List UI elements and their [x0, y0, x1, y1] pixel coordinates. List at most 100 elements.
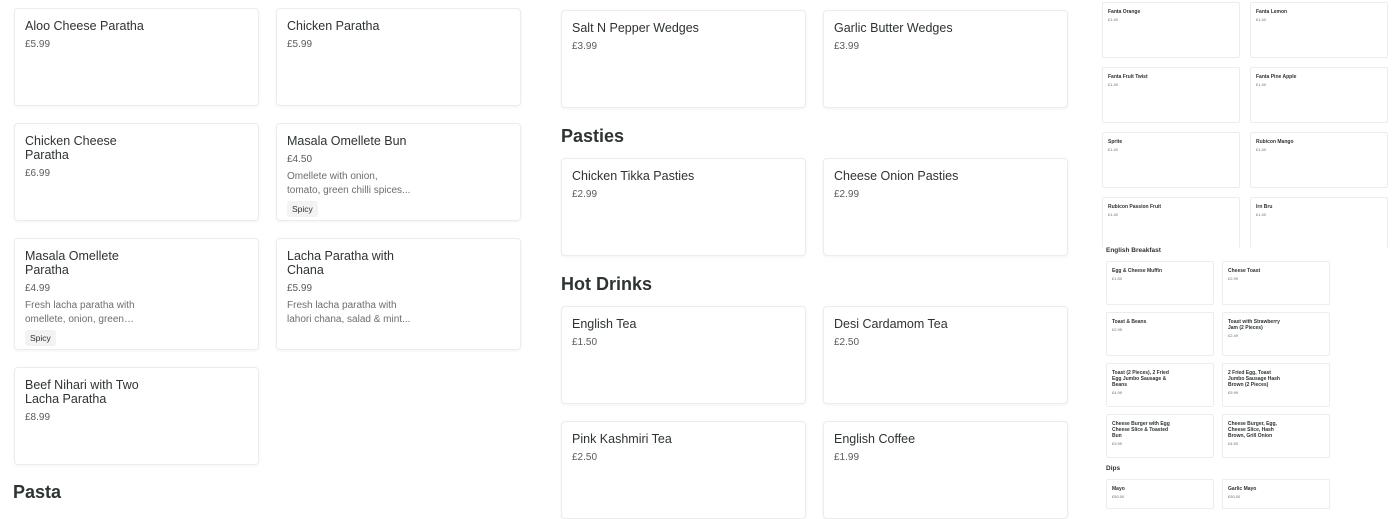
item-name: English Coffee	[834, 432, 916, 446]
menu-item-card[interactable]: Desi Cardamom Tea £2.50	[823, 306, 1068, 404]
menu-item-card[interactable]: Rubicon Mango £1.40	[1250, 132, 1388, 188]
item-name: Cheese Burger, Egg, Cheese Slice, Hash B…	[1228, 421, 1277, 439]
menu-item-card[interactable]: Irn Bru £1.40	[1250, 197, 1388, 249]
menu-item-card[interactable]: Cheese Onion Pasties £2.99	[823, 158, 1068, 256]
item-name: Toast & Beans	[1112, 319, 1147, 325]
menu-item-card[interactable]: Lacha Paratha with Chana £5.99 Fresh lac…	[276, 238, 521, 350]
item-price: £2.50	[834, 337, 860, 348]
menu-item-card[interactable]: Chicken Tikka Pasties £2.99	[561, 158, 806, 256]
item-name: Aloo Cheese Paratha	[25, 19, 144, 33]
menu-item-card[interactable]: Rubicon Passion Fruit £1.40	[1102, 197, 1240, 249]
menu-item-card[interactable]: Sprite £1.40	[1102, 132, 1240, 188]
item-price: £6.99	[25, 168, 51, 179]
menu-item-card[interactable]: Fanta Pine Apple £1.40	[1250, 67, 1388, 123]
item-name: Toast (2 Pieces), 2 Fried Egg Jumbo Saus…	[1112, 370, 1169, 388]
item-name: Lacha Paratha with Chana	[287, 249, 395, 277]
menu-item-card[interactable]: Fanta Fruit Twist £1.40	[1102, 67, 1240, 123]
item-price: £3.99	[1112, 441, 1123, 446]
menu-item-card[interactable]: Cheese Toast £2.99	[1222, 261, 1330, 305]
item-price: £4.50	[287, 154, 313, 165]
menu-item-card[interactable]: Aloo Cheese Paratha £5.99	[14, 8, 259, 106]
item-price: £1.50	[1112, 276, 1123, 281]
item-price: £50.00	[1112, 494, 1125, 499]
section-heading-hot-drinks: Hot Drinks	[561, 274, 653, 294]
item-name: Toast with Strawberry Jam (2 Pieces)	[1228, 319, 1280, 331]
item-name: Cheese Onion Pasties	[834, 169, 959, 183]
item-name: Egg & Cheese Muffin	[1112, 268, 1163, 274]
menu-item-card[interactable]: Toast (2 Pieces), 2 Fried Egg Jumbo Saus…	[1106, 363, 1214, 407]
menu-item-card[interactable]: Fanta Lemon £1.40	[1250, 2, 1388, 58]
item-name: Sprite	[1108, 139, 1123, 145]
menu-item-card[interactable]: Masala Omellete Paratha £4.99 Fresh lach…	[14, 238, 259, 350]
spicy-tag: Spicy	[25, 330, 56, 346]
item-price: £1.40	[1256, 17, 1267, 22]
item-price: £50.00	[1228, 494, 1241, 499]
item-price: £2.99	[572, 189, 598, 200]
menu-item-card[interactable]: Fanta Orange £1.40	[1102, 2, 1240, 58]
item-name: Fanta Lemon	[1256, 9, 1288, 15]
item-price: £3.99	[572, 41, 598, 52]
item-name: Fanta Pine Apple	[1256, 74, 1297, 80]
menu-item-card[interactable]: Mayo £50.00	[1106, 479, 1214, 509]
item-price: £2.99	[834, 189, 860, 200]
item-price: £4.99	[25, 283, 51, 294]
item-description: Fresh lacha paratha with lahori chana, s…	[287, 300, 411, 325]
menu-item-card[interactable]: Egg & Cheese Muffin £1.50	[1106, 261, 1214, 305]
item-price: £2.50	[572, 452, 598, 463]
item-price: £1.40	[1256, 147, 1267, 152]
section-heading-dips: Dips	[1106, 465, 1121, 472]
item-price: £3.99	[834, 41, 860, 52]
item-price: £1.40	[1108, 82, 1119, 87]
item-name: Fanta Fruit Twist	[1108, 74, 1148, 80]
item-name: Chicken Paratha	[287, 19, 380, 33]
item-price: £4.50	[1228, 441, 1239, 446]
section-heading-english-breakfast: English Breakfast	[1106, 247, 1161, 254]
item-price: £2.99	[1228, 276, 1239, 281]
item-name: Pink Kashmiri Tea	[572, 432, 672, 446]
item-name: Rubicon Passion Fruit	[1108, 204, 1162, 210]
item-name: Garlic Mayo	[1228, 486, 1257, 492]
menu-item-card[interactable]: Chicken Paratha £5.99	[276, 8, 521, 106]
menu-item-card[interactable]: Toast & Beans £2.95	[1106, 312, 1214, 356]
item-price: £1.40	[1108, 17, 1119, 22]
item-name: Cheese Toast	[1228, 268, 1261, 274]
item-price: £5.99	[1228, 390, 1239, 395]
item-name: Mayo	[1112, 486, 1125, 492]
item-name: Garlic Butter Wedges	[834, 21, 953, 35]
item-price: £1.40	[1256, 212, 1267, 217]
menu-item-card[interactable]: Salt N Pepper Wedges £3.99	[561, 10, 806, 108]
item-price: £1.40	[1256, 82, 1267, 87]
item-price: £1.40	[1108, 212, 1119, 217]
item-name: Desi Cardamom Tea	[834, 317, 948, 331]
item-name: Irn Bru	[1256, 204, 1273, 210]
item-name: Fanta Orange	[1108, 9, 1141, 15]
item-price: £8.99	[25, 412, 51, 423]
item-price: £2.95	[1112, 327, 1123, 332]
item-price: £4.99	[1112, 390, 1123, 395]
item-price: £1.99	[834, 452, 860, 463]
item-price: £1.50	[572, 337, 598, 348]
item-price: £1.40	[1108, 147, 1119, 152]
menu-item-card[interactable]: Chicken Cheese Paratha £6.99	[14, 123, 259, 221]
menu-item-card[interactable]: Beef Nihari with Two Lacha Paratha £8.99	[14, 367, 259, 465]
item-price: £5.99	[287, 39, 313, 50]
menu-item-card[interactable]: English Coffee £1.99	[823, 421, 1068, 519]
menu-item-card[interactable]: 2 Fried Egg, Toast Jumbo Sausage Hash Br…	[1222, 363, 1330, 407]
item-name: Beef Nihari with Two Lacha Paratha	[25, 378, 139, 406]
menu-item-card[interactable]: Garlic Mayo £50.00	[1222, 479, 1330, 509]
item-description: Omellete with onion, tomato, green chill…	[287, 171, 411, 196]
menu-item-card[interactable]: Masala Omellete Bun £4.50 Omellete with …	[276, 123, 521, 221]
menu-item-card[interactable]: Cheese Burger, Egg, Cheese Slice, Hash B…	[1222, 414, 1330, 458]
menu-item-card[interactable]: Cheese Burger with Egg Cheese Slice & To…	[1106, 414, 1214, 458]
item-name: English Tea	[572, 317, 637, 331]
item-name: Chicken Tikka Pasties	[572, 169, 695, 183]
item-name: 2 Fried Egg, Toast Jumbo Sausage Hash Br…	[1228, 370, 1280, 388]
menu-item-card[interactable]: Pink Kashmiri Tea £2.50	[561, 421, 806, 519]
menu-item-card[interactable]: Toast with Strawberry Jam (2 Pieces) £2.4…	[1222, 312, 1330, 356]
menu-item-card[interactable]: English Tea £1.50	[561, 306, 806, 404]
item-name: Salt N Pepper Wedges	[572, 21, 699, 35]
item-name: Rubicon Mango	[1256, 139, 1294, 145]
menu-item-card[interactable]: Garlic Butter Wedges £3.99	[823, 10, 1068, 108]
section-heading-pasties: Pasties	[561, 126, 625, 146]
item-name: Masala Omellete Paratha	[25, 249, 119, 277]
